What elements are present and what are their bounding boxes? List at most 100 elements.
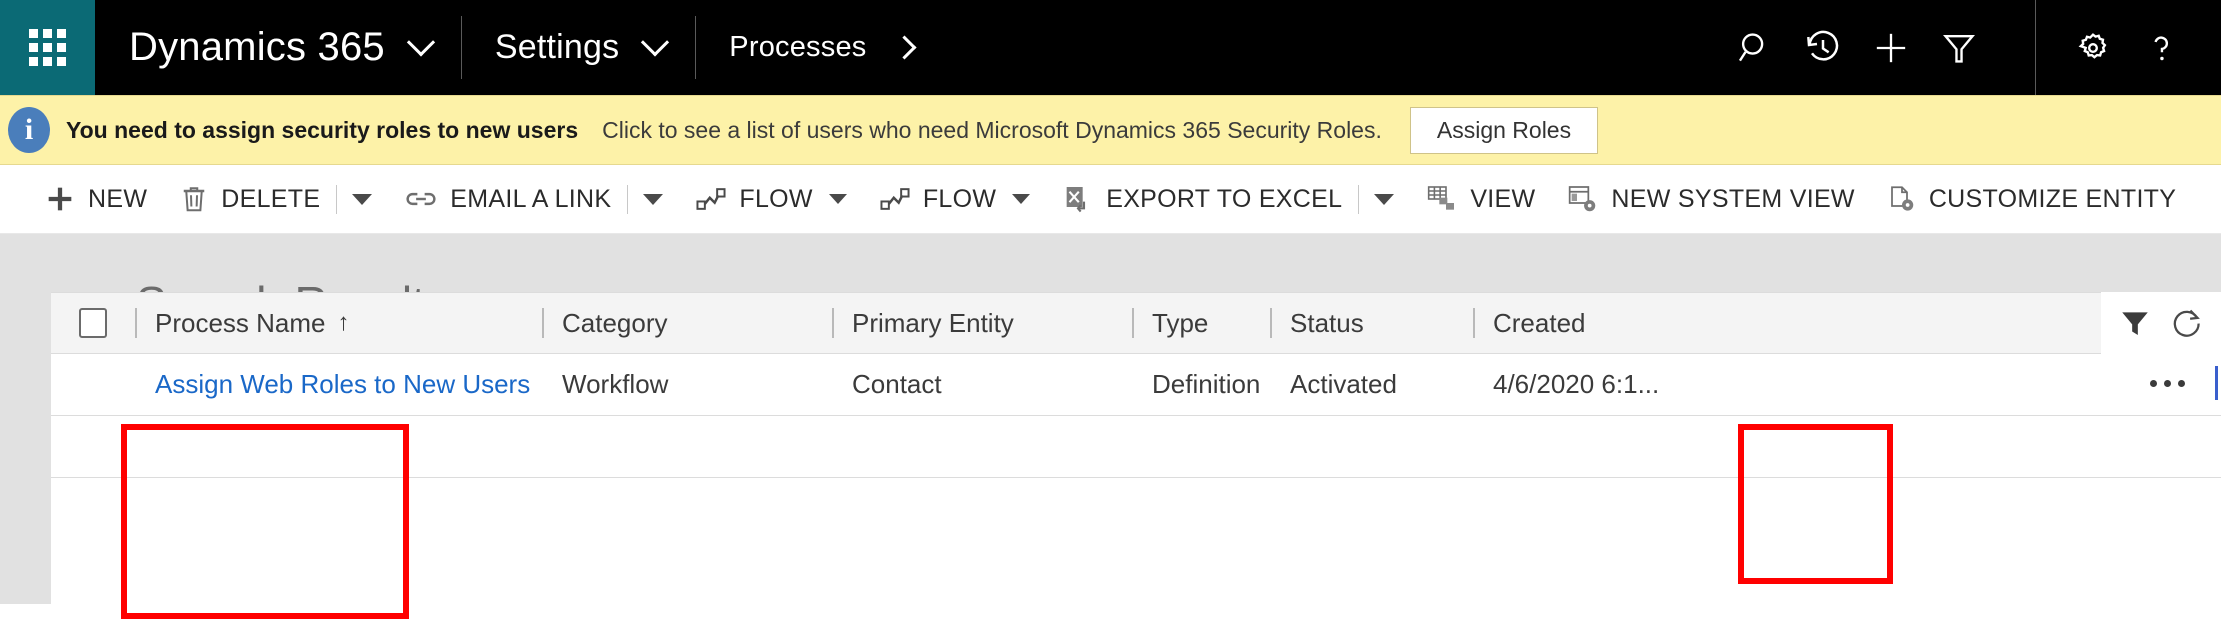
customize-entity-label: CUSTOMIZE ENTITY — [1929, 185, 2176, 214]
chevron-down-icon — [407, 28, 435, 56]
flow-button-1[interactable]: FLOW — [679, 165, 862, 234]
notification-title: You need to assign security roles to new… — [66, 117, 578, 144]
new-system-view-icon — [1567, 184, 1599, 214]
customize-entity-icon — [1887, 184, 1917, 214]
column-header-created-label: Created — [1493, 308, 1586, 339]
module-label: Settings — [495, 28, 619, 67]
new-system-view-label: NEW SYSTEM VIEW — [1611, 185, 1854, 214]
command-bar: NEW DELETE — [0, 165, 2221, 234]
flow-icon — [879, 185, 911, 213]
new-system-view-button[interactable]: NEW SYSTEM VIEW — [1551, 165, 1870, 234]
filter-icon[interactable] — [2118, 306, 2152, 340]
column-header-process-name[interactable]: Process Name ↑ — [135, 293, 542, 353]
grid-layer: Process Name ↑ Category Primary Entity T… — [0, 234, 2221, 619]
plus-icon[interactable] — [1857, 0, 1925, 95]
filter-icon[interactable] — [1925, 0, 1993, 95]
search-icon[interactable] — [1721, 0, 1789, 95]
new-label: NEW — [88, 185, 147, 214]
email-a-link-split-button[interactable] — [627, 165, 679, 234]
row-more-commands-button[interactable] — [2150, 380, 2185, 387]
column-header-status-label: Status — [1290, 308, 1364, 339]
dynamics365-process-list-page: Dynamics 365 Settings Processes — [0, 0, 2221, 619]
email-a-link-button[interactable]: EMAIL A LINK — [388, 165, 627, 234]
cell-process-name[interactable]: Assign Web Roles to New Users — [135, 354, 542, 415]
flow-label-1: FLOW — [739, 185, 812, 214]
column-header-type[interactable]: Type — [1132, 293, 1270, 353]
brand-label: Dynamics 365 — [129, 25, 385, 70]
row-select-cell[interactable] — [51, 354, 135, 415]
excel-icon — [1062, 183, 1094, 215]
new-button[interactable]: NEW — [28, 165, 163, 234]
waffle-icon — [29, 29, 66, 66]
module-menu-settings[interactable]: Settings — [461, 0, 695, 95]
trash-icon — [179, 184, 209, 214]
results-grid: Process Name ↑ Category Primary Entity T… — [51, 292, 2221, 619]
email-a-link-label: EMAIL A LINK — [450, 185, 611, 214]
link-icon — [404, 184, 438, 214]
breadcrumb-processes[interactable]: Processes — [695, 0, 943, 95]
customize-entity-button[interactable]: CUSTOMIZE ENTITY — [1871, 165, 2192, 234]
grid-header-row: Process Name ↑ Category Primary Entity T… — [51, 292, 2221, 354]
flow-label-2: FLOW — [923, 185, 996, 214]
flow-button-2[interactable]: FLOW — [863, 165, 1046, 234]
plus-icon — [44, 183, 76, 215]
cell-category: Workflow — [542, 354, 832, 415]
delete-label: DELETE — [221, 185, 320, 214]
gear-icon[interactable] — [2059, 0, 2127, 95]
notification-bar[interactable]: i You need to assign security roles to n… — [0, 95, 2221, 165]
nav-spacer — [943, 0, 1721, 95]
chevron-right-icon — [893, 35, 917, 59]
chevron-down-icon — [641, 28, 669, 56]
help-icon[interactable] — [2127, 0, 2195, 95]
select-all-checkbox[interactable] — [79, 308, 107, 338]
view-button[interactable]: VIEW — [1410, 165, 1551, 234]
cell-primary-entity: Contact — [832, 354, 1132, 415]
column-header-type-label: Type — [1152, 308, 1208, 339]
column-header-primary-entity[interactable]: Primary Entity — [832, 293, 1132, 353]
history-icon[interactable] — [1789, 0, 1857, 95]
empty-cell-rest — [542, 416, 2221, 477]
table-row-empty — [51, 416, 2221, 478]
notification-message: Click to see a list of users who need Mi… — [602, 117, 1382, 144]
export-to-excel-label: EXPORT TO EXCEL — [1106, 185, 1342, 214]
delete-split-button[interactable] — [336, 165, 388, 234]
export-to-excel-split-button[interactable] — [1358, 165, 1410, 234]
top-navigation-bar: Dynamics 365 Settings Processes — [0, 0, 2221, 95]
column-header-category[interactable]: Category — [542, 293, 832, 353]
bottom-strip — [0, 604, 2221, 619]
cell-status: Activated — [1270, 354, 1473, 415]
column-header-created[interactable]: Created — [1473, 293, 1803, 353]
caret-down-icon[interactable] — [829, 194, 847, 204]
column-header-process-name-label: Process Name — [155, 308, 326, 339]
sort-ascending-icon: ↑ — [338, 309, 350, 337]
column-header-category-label: Category — [562, 308, 668, 339]
brand-menu[interactable]: Dynamics 365 — [95, 0, 461, 95]
app-launcher-button[interactable] — [0, 0, 95, 95]
cell-created: 4/6/2020 6:1... — [1473, 354, 1803, 415]
process-name-link[interactable]: Assign Web Roles to New Users — [155, 369, 530, 400]
assign-roles-button[interactable]: Assign Roles — [1410, 107, 1598, 154]
column-header-status[interactable]: Status — [1270, 293, 1473, 353]
caret-down-icon — [1374, 194, 1394, 205]
flow-icon — [695, 185, 727, 213]
info-icon: i — [8, 107, 50, 153]
table-row[interactable]: Assign Web Roles to New Users Workflow C… — [51, 354, 2221, 416]
column-header-primary-entity-label: Primary Entity — [852, 308, 1014, 339]
caret-down-icon — [643, 194, 663, 205]
cell-type: Definition — [1132, 354, 1270, 415]
text-cursor — [2215, 366, 2218, 400]
caret-down-icon[interactable] — [1012, 194, 1030, 204]
caret-down-icon — [352, 194, 372, 205]
delete-button[interactable]: DELETE — [163, 165, 336, 234]
grid-toolbar — [2101, 292, 2221, 354]
breadcrumb-label: Processes — [729, 31, 866, 64]
nav-icon-group — [1721, 0, 1993, 95]
export-to-excel-button[interactable]: EXPORT TO EXCEL — [1046, 165, 1358, 234]
empty-select-cell — [51, 416, 135, 477]
view-label: VIEW — [1470, 185, 1535, 214]
view-grid-icon — [1426, 184, 1458, 214]
empty-cell-process-name — [135, 416, 542, 477]
refresh-icon[interactable] — [2170, 306, 2204, 340]
select-all-cell[interactable] — [51, 293, 135, 353]
nav-icon-group-right — [2035, 0, 2221, 95]
